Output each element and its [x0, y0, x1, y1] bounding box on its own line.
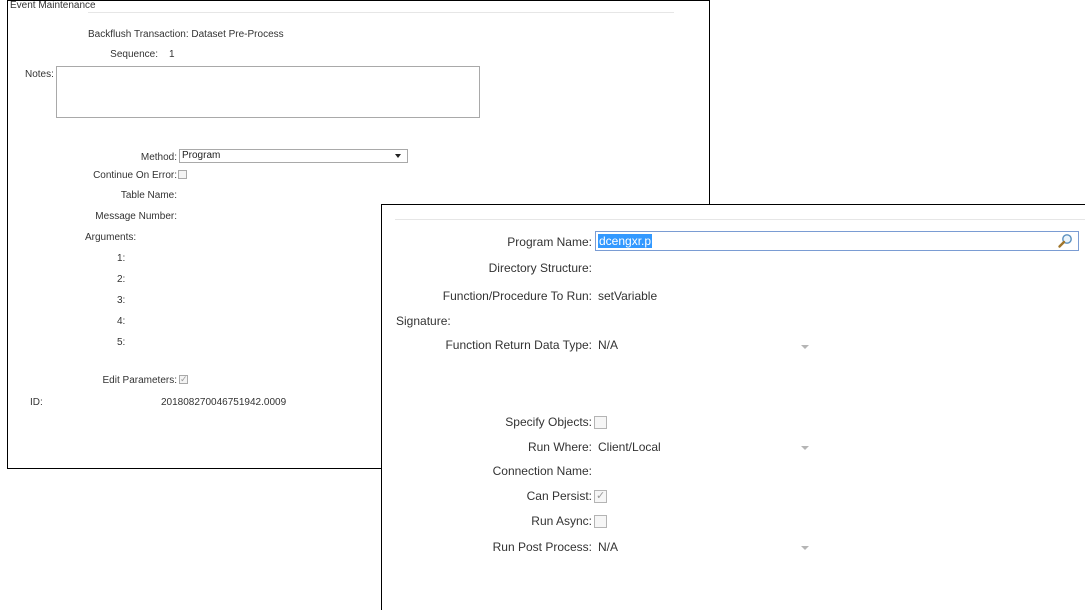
program-name-value: dcengxr.p — [598, 234, 653, 248]
can-persist-label: Can Persist: — [526, 489, 592, 503]
event-header: Backflush Transaction: Dataset Pre-Proce… — [88, 29, 284, 40]
sequence-value: 1 — [169, 49, 175, 60]
function-procedure-value: setVariable — [598, 289, 658, 303]
function-procedure-label: Function/Procedure To Run: — [442, 289, 592, 303]
edit-parameters-checkbox[interactable]: ✓ — [179, 374, 188, 384]
arguments-label: Arguments: — [85, 232, 137, 243]
run-where-value: Client/Local — [598, 440, 661, 454]
method-value: Program — [182, 150, 221, 161]
method-label: Method: — [140, 152, 177, 163]
argument-4-label: 4: — [117, 316, 126, 327]
table-name-label: Table Name: — [120, 190, 177, 201]
run-where-label: Run Where: — [527, 440, 592, 454]
id-value: 201808270046751942.0009 — [161, 397, 287, 408]
edit-parameters-label: Edit Parameters: — [102, 375, 177, 386]
header-divider — [395, 219, 1085, 220]
specify-objects-checkbox[interactable] — [594, 416, 607, 429]
argument-3-label: 3: — [117, 295, 126, 306]
chevron-down-icon[interactable] — [801, 446, 809, 450]
directory-structure-label: Directory Structure: — [488, 261, 592, 275]
program-details-panel: Program Name: dcengxr.p Directory Struct… — [381, 204, 1085, 610]
run-async-label: Run Async: — [531, 514, 592, 528]
message-number-label: Message Number: — [95, 211, 177, 222]
id-label: ID: — [30, 397, 43, 408]
program-name-label: Program Name: — [507, 235, 592, 249]
chevron-down-icon[interactable] — [801, 345, 809, 349]
notes-label: Notes: — [25, 69, 54, 80]
run-post-process-value: N/A — [598, 540, 619, 554]
return-type-label: Function Return Data Type: — [445, 338, 592, 352]
program-name-input[interactable]: dcengxr.p — [595, 231, 1079, 251]
argument-1-label: 1: — [117, 253, 126, 264]
specify-objects-label: Specify Objects: — [505, 415, 592, 429]
checkmark-icon: ✓ — [180, 374, 188, 384]
chevron-down-icon[interactable] — [395, 154, 401, 158]
run-async-checkbox[interactable] — [594, 515, 607, 528]
return-type-value: N/A — [598, 338, 619, 352]
continue-on-error-checkbox[interactable] — [178, 170, 187, 179]
continue-on-error-label: Continue On Error: — [93, 170, 177, 181]
sequence-label: Sequence: — [110, 49, 158, 60]
run-post-process-label: Run Post Process: — [492, 540, 592, 554]
argument-2-label: 2: — [117, 274, 126, 285]
checkmark-icon: ✓ — [596, 490, 606, 502]
search-icon[interactable] — [1057, 233, 1074, 249]
notes-textarea[interactable] — [56, 66, 480, 118]
signature-label: Signature: — [396, 314, 451, 328]
panel-title: Event Maintenance — [10, 0, 96, 11]
method-select[interactable]: Program — [179, 149, 408, 163]
chevron-down-icon[interactable] — [801, 546, 809, 550]
can-persist-checkbox[interactable]: ✓ — [594, 490, 607, 503]
argument-5-label: 5: — [117, 337, 126, 348]
title-divider — [88, 12, 674, 13]
connection-name-label: Connection Name: — [492, 464, 592, 478]
